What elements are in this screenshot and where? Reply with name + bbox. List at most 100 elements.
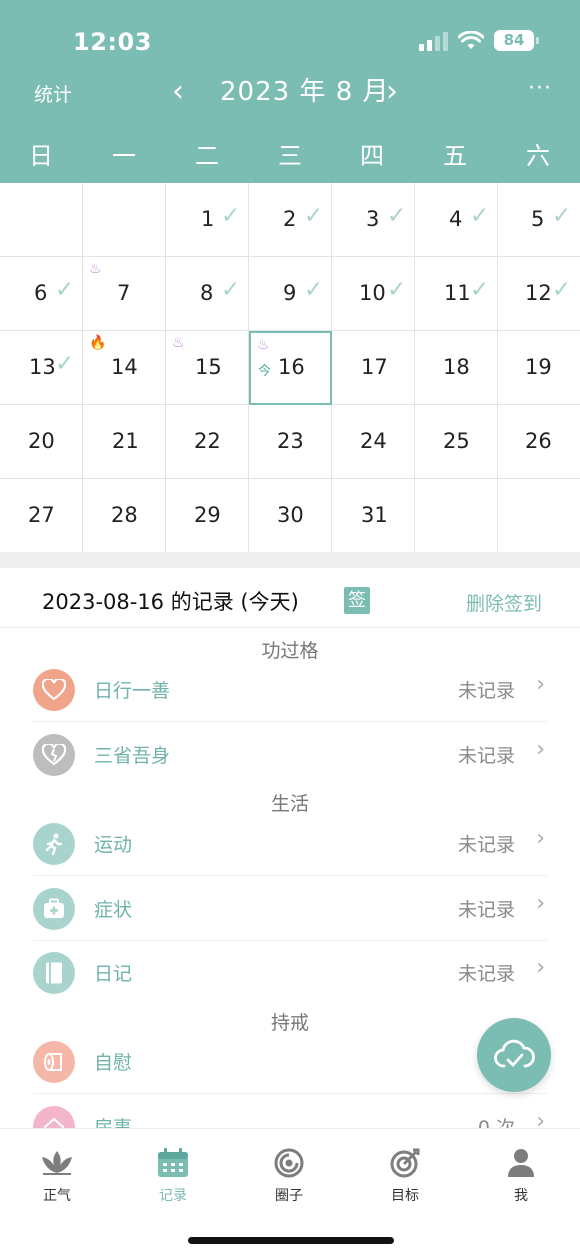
day-number: 20 [28, 429, 55, 453]
day-cell[interactable]: 1 ✓ [166, 183, 249, 257]
tab-circle[interactable]: 圈子 [249, 1147, 329, 1205]
tab-label: 我 [514, 1188, 528, 1204]
day-number: 16 [278, 355, 305, 379]
day-cell[interactable]: 24 [332, 405, 415, 479]
day-cell[interactable]: 31 [332, 479, 415, 553]
day-cell[interactable]: 30 [249, 479, 332, 553]
day-cell[interactable]: 17 [332, 331, 415, 405]
day-number: 15 [195, 355, 222, 379]
day-cell[interactable]: 2 ✓ [249, 183, 332, 257]
day-number: 30 [277, 503, 304, 527]
tab-label: 记录 [159, 1188, 187, 1204]
divider [0, 552, 580, 568]
day-number: 12 [525, 281, 552, 305]
meditation-icon: ♨ [172, 335, 185, 351]
day-cell[interactable]: 11 ✓ [415, 257, 498, 331]
day-number: 4 [449, 207, 463, 231]
day-number: 9 [283, 281, 297, 305]
day-cell[interactable]: 18 [415, 331, 498, 405]
day-cell[interactable]: ♨ 15 [166, 331, 249, 405]
list-item-exercise[interactable]: 运动 未记录 › [33, 812, 547, 876]
chevron-right-icon: › [536, 672, 545, 697]
empty-cell [83, 183, 166, 257]
heart-icon [33, 669, 75, 711]
day-number: 21 [112, 429, 139, 453]
day-cell[interactable]: 12 ✓ [498, 257, 580, 331]
day-cell[interactable]: 21 [83, 405, 166, 479]
day-cell[interactable]: 3 ✓ [332, 183, 415, 257]
list-item-good-deed[interactable]: 日行一善 未记录 › [33, 658, 547, 722]
day-cell[interactable]: 8 ✓ [166, 257, 249, 331]
day-number: 28 [111, 503, 138, 527]
list-item-self[interactable]: 自慰 [33, 1030, 547, 1094]
check-icon: ✓ [221, 203, 241, 229]
tab-records[interactable]: 记录 [133, 1147, 213, 1205]
item-status: 未记录 [457, 680, 515, 702]
item-label: 自慰 [94, 1052, 133, 1074]
check-icon: ✓ [552, 203, 572, 229]
item-status: 未记录 [457, 745, 515, 767]
day-number: 3 [366, 207, 380, 231]
stats-button[interactable]: 统计 [34, 80, 72, 107]
calendar-row: 20 21 22 23 24 25 26 [0, 405, 580, 479]
day-cell[interactable]: 27 [0, 479, 83, 553]
tab-label: 目标 [391, 1188, 419, 1204]
meditation-icon: ♨ [257, 337, 270, 353]
check-icon: ✓ [387, 203, 407, 229]
day-cell[interactable]: 5 ✓ [498, 183, 580, 257]
delete-checkin-button[interactable]: 删除签到 [466, 589, 542, 616]
chevron-right-icon: › [536, 737, 545, 762]
tab-me[interactable]: 我 [481, 1147, 561, 1205]
day-cell[interactable]: ♨ 7 [83, 257, 166, 331]
running-icon [33, 823, 75, 865]
fire-icon: 🔥 [89, 335, 107, 351]
cloud-sync-button[interactable] [477, 1018, 551, 1092]
list-item-symptom[interactable]: 症状 未记录 › [33, 877, 547, 941]
day-cell[interactable]: 6 ✓ [0, 257, 83, 331]
month-title: 2023 年 8 月 [220, 77, 390, 107]
tab-label: 正气 [43, 1188, 71, 1204]
weekday-label: 日 [29, 142, 53, 170]
today-cell[interactable]: ♨ 今 16 [249, 331, 332, 405]
empty-cell [0, 183, 83, 257]
day-cell[interactable]: 20 [0, 405, 83, 479]
day-number: 14 [111, 355, 138, 379]
tab-zhengqi[interactable]: 正气 [17, 1147, 97, 1205]
record-title: 2023-08-16 的记录 (今天) [42, 590, 299, 614]
prev-month-button[interactable]: ‹ [172, 74, 184, 110]
tab-goals[interactable]: 目标 [365, 1147, 445, 1205]
meditation-icon: ♨ [89, 261, 102, 277]
list-item-reflect[interactable]: 三省吾身 未记录 › [33, 723, 547, 787]
day-cell[interactable]: 19 [498, 331, 580, 405]
day-cell[interactable]: 10 ✓ [332, 257, 415, 331]
day-cell[interactable]: 29 [166, 479, 249, 553]
item-label: 三省吾身 [94, 745, 171, 767]
more-icon[interactable]: ··· [528, 76, 552, 101]
day-number: 11 [444, 281, 471, 305]
day-cell[interactable]: 23 [249, 405, 332, 479]
day-cell[interactable]: 🔥 14 [83, 331, 166, 405]
chevron-right-icon: › [536, 891, 545, 916]
calendar-row: 27 28 29 30 31 [0, 479, 580, 553]
day-number: 31 [361, 503, 388, 527]
day-number: 6 [34, 281, 48, 305]
day-number: 19 [525, 355, 552, 379]
day-cell[interactable]: 22 [166, 405, 249, 479]
day-cell[interactable]: 4 ✓ [415, 183, 498, 257]
calendar-row: 1 ✓ 2 ✓ 3 ✓ 4 ✓ 5 ✓ [0, 183, 580, 257]
check-icon: ✓ [221, 277, 241, 303]
day-cell[interactable]: 9 ✓ [249, 257, 332, 331]
day-cell[interactable]: 25 [415, 405, 498, 479]
check-icon: ✓ [552, 277, 572, 303]
item-label: 症状 [94, 899, 133, 921]
day-cell[interactable]: 26 [498, 405, 580, 479]
book-icon [33, 952, 75, 994]
calendar-row: 6 ✓ ♨ 7 8 ✓ 9 ✓ 10 ✓ 11 ✓ 12 ✓ [0, 257, 580, 331]
day-cell[interactable]: 28 [83, 479, 166, 553]
empty-cell [498, 479, 580, 553]
item-status: 未记录 [457, 899, 515, 921]
next-month-button[interactable]: › [386, 74, 398, 110]
day-cell[interactable]: 13 ✓ [0, 331, 83, 405]
calendar-icon [155, 1147, 191, 1179]
list-item-diary[interactable]: 日记 未记录 › [33, 941, 547, 1005]
